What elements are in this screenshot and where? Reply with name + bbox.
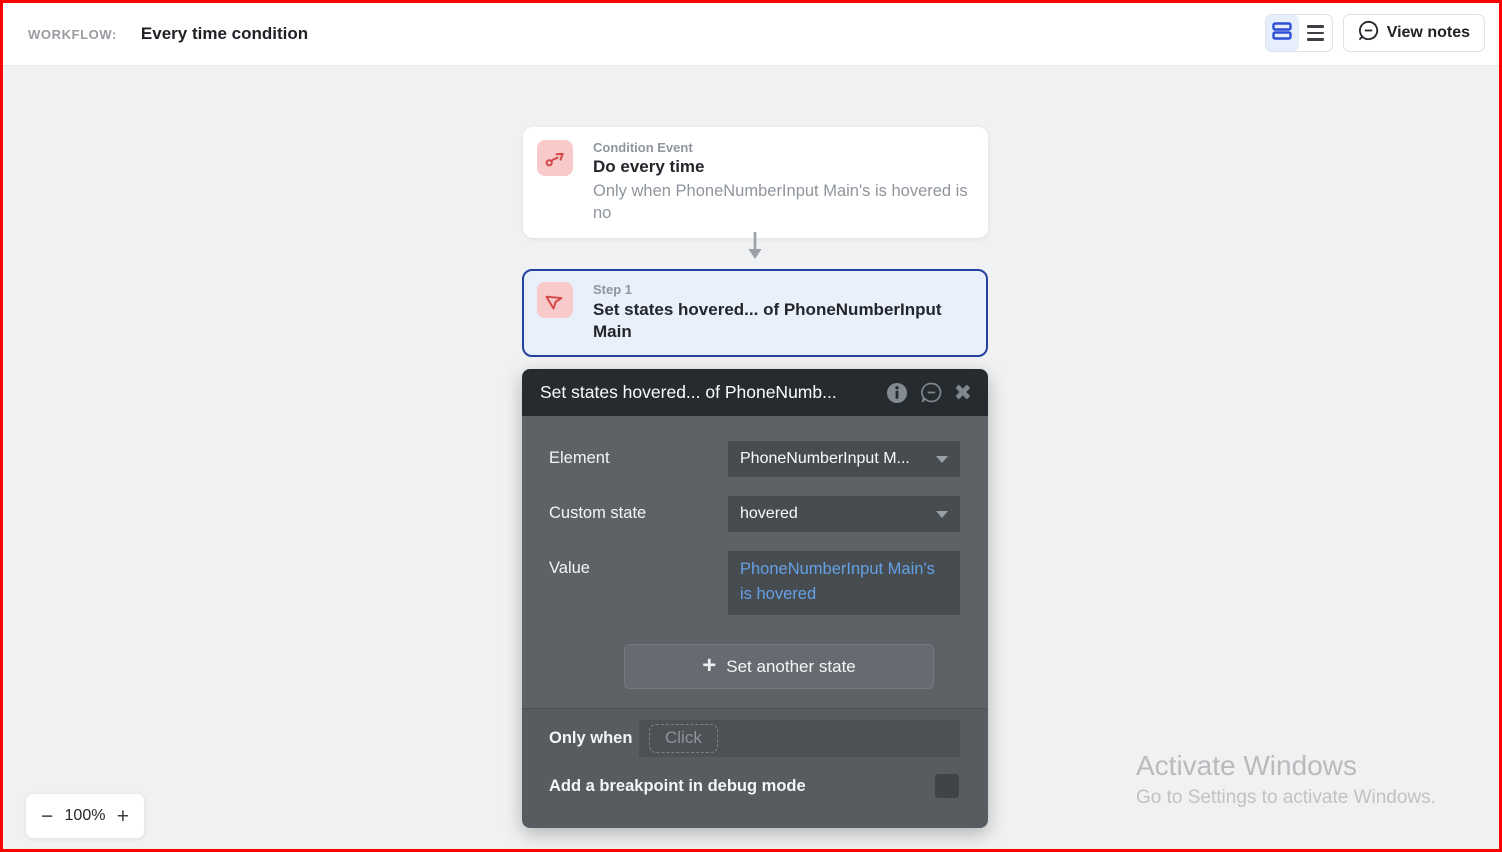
step-1-kind: Step 1 bbox=[593, 282, 633, 297]
element-dropdown-value: PhoneNumberInput M... bbox=[740, 450, 910, 467]
card-view-icon bbox=[1272, 21, 1292, 45]
only-when-row: Only when Click bbox=[549, 720, 960, 757]
activate-windows-watermark: Activate Windows Go to Settings to activ… bbox=[1136, 750, 1436, 809]
only-when-click-placeholder[interactable]: Click bbox=[649, 724, 718, 753]
view-notes-label: View notes bbox=[1386, 24, 1470, 41]
list-view-icon bbox=[1306, 25, 1324, 41]
watermark-subtitle: Go to Settings to activate Windows. bbox=[1136, 787, 1436, 808]
panel-footer: Only when Click Add a breakpoint in debu… bbox=[522, 708, 988, 828]
value-field-row: Value PhoneNumberInput Main's is hovered bbox=[549, 551, 960, 615]
workflow-topbar: WORKFLOW: Every time condition View note… bbox=[3, 3, 1499, 66]
chevron-down-icon bbox=[936, 510, 948, 518]
panel-header-icons: ✖ bbox=[885, 381, 972, 405]
value-expression-input[interactable]: PhoneNumberInput Main's is hovered bbox=[728, 551, 960, 615]
condition-event-description: Only when PhoneNumberInput Main's is hov… bbox=[593, 182, 968, 222]
condition-event-card[interactable]: Condition Event Do every time Only when … bbox=[523, 127, 988, 238]
set-another-state-label: Set another state bbox=[726, 656, 856, 676]
breakpoint-row: Add a breakpoint in debug mode bbox=[549, 774, 960, 798]
action-editor-panel: Set states hovered... of PhoneNumb... ✖ bbox=[522, 369, 988, 828]
topbar-actions: View notes bbox=[1264, 14, 1485, 52]
breakpoint-checkbox[interactable] bbox=[935, 774, 959, 798]
comment-icon[interactable] bbox=[920, 381, 943, 404]
zoom-level: 100% bbox=[64, 807, 106, 824]
view-notes-button[interactable]: View notes bbox=[1342, 14, 1485, 52]
custom-state-dropdown[interactable]: hovered bbox=[728, 496, 960, 532]
panel-body: Element PhoneNumberInput M... Custom sta… bbox=[522, 416, 988, 708]
info-icon[interactable] bbox=[885, 381, 909, 405]
notes-bubble-icon bbox=[1358, 20, 1379, 46]
condition-event-title: Do every time bbox=[593, 157, 705, 176]
zoom-in-button[interactable]: + bbox=[117, 806, 129, 827]
workflow-title: Every time condition bbox=[140, 24, 309, 43]
connector-arrow-icon bbox=[747, 231, 763, 266]
only-when-label: Only when bbox=[549, 729, 633, 747]
custom-state-field-label: Custom state bbox=[549, 504, 647, 522]
plus-icon: + bbox=[702, 651, 717, 679]
custom-state-dropdown-value: hovered bbox=[740, 505, 798, 522]
step-1-title: Set states hovered... of PhoneNumberInpu… bbox=[593, 300, 942, 341]
panel-header[interactable]: Set states hovered... of PhoneNumb... ✖ bbox=[522, 369, 988, 416]
zoom-out-button[interactable]: − bbox=[41, 806, 53, 827]
condition-event-icon bbox=[537, 140, 573, 176]
watermark-title: Activate Windows bbox=[1136, 750, 1357, 781]
chevron-down-icon bbox=[936, 455, 948, 463]
list-view-toggle-button[interactable] bbox=[1299, 15, 1332, 51]
view-mode-toggle bbox=[1264, 14, 1333, 52]
only-when-input[interactable]: Click bbox=[639, 720, 960, 757]
set-another-state-button[interactable]: + Set another state bbox=[624, 644, 934, 689]
value-field-label: Value bbox=[549, 559, 590, 577]
condition-event-kind: Condition Event bbox=[593, 140, 693, 155]
custom-state-field-row: Custom state hovered bbox=[549, 496, 960, 532]
panel-title: Set states hovered... of PhoneNumb... bbox=[540, 382, 837, 402]
zoom-control: − 100% + bbox=[25, 793, 145, 839]
element-field-row: Element PhoneNumberInput M... bbox=[549, 441, 960, 477]
app-window: WORKFLOW: Every time condition View note… bbox=[0, 0, 1502, 852]
condition-event-text: Condition Event Do every time Only when … bbox=[593, 140, 983, 224]
step-1-cursor-icon bbox=[537, 282, 573, 318]
close-icon[interactable]: ✖ bbox=[954, 381, 972, 404]
breakpoint-label: Add a breakpoint in debug mode bbox=[549, 776, 806, 795]
element-dropdown[interactable]: PhoneNumberInput M... bbox=[728, 441, 960, 477]
card-view-toggle-button[interactable] bbox=[1265, 15, 1299, 51]
workflow-label: WORKFLOW: bbox=[28, 26, 117, 42]
step-1-text: Step 1 Set states hovered... of PhoneNum… bbox=[593, 282, 963, 343]
value-expression-text: PhoneNumberInput Main's is hovered bbox=[740, 560, 935, 603]
element-field-label: Element bbox=[549, 449, 610, 467]
step-1-card[interactable]: Step 1 Set states hovered... of PhoneNum… bbox=[522, 269, 988, 357]
